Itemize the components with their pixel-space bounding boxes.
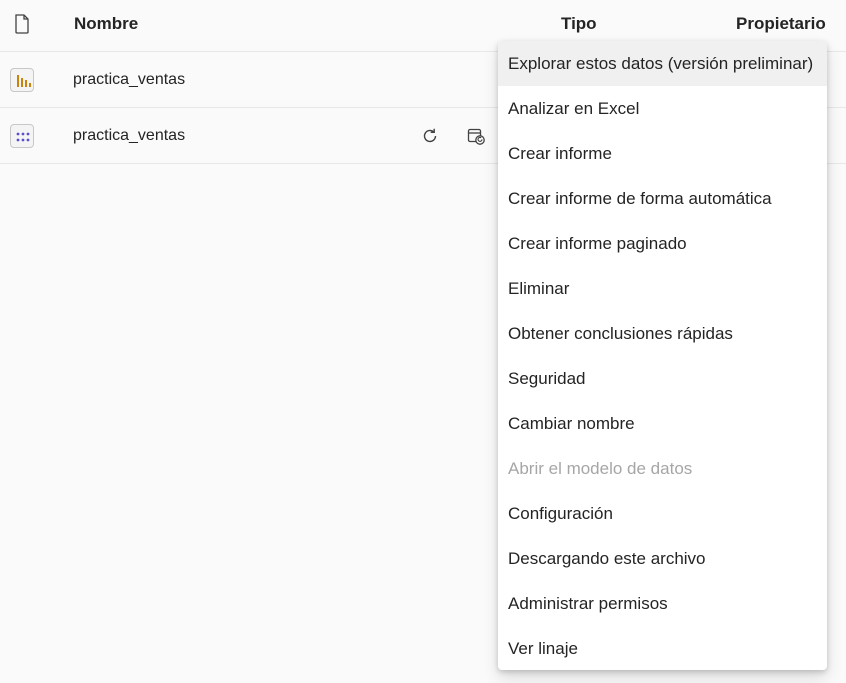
refresh-icon[interactable] <box>419 125 441 147</box>
menu-item-crear-informe-paginado[interactable]: Crear informe paginado <box>498 221 827 266</box>
menu-item-crear-informe-de-forma-automatica[interactable]: Crear informe de forma automática <box>498 176 827 221</box>
menu-item-configuracion[interactable]: Configuración <box>498 491 827 536</box>
menu-item-analizar-en-excel[interactable]: Analizar en Excel <box>498 86 827 131</box>
item-name[interactable]: practica_ventas <box>73 71 185 89</box>
menu-item-crear-informe[interactable]: Crear informe <box>498 131 827 176</box>
menu-item-obtener-conclusiones-rapidas[interactable]: Obtener conclusiones rápidas <box>498 311 827 356</box>
menu-item-abrir-el-modelo-de-datos: Abrir el modelo de datos <box>508 459 693 478</box>
menu-item-seguridad[interactable]: Seguridad <box>498 356 827 401</box>
menu-item-cambiar-nombre[interactable]: Cambiar nombre <box>498 401 827 446</box>
schedule-refresh-icon[interactable] <box>465 125 487 147</box>
menu-item-eliminar[interactable]: Eliminar <box>498 266 827 311</box>
report-bar-chart-icon <box>10 68 34 92</box>
semantic-model-grid-icon <box>10 124 34 148</box>
menu-item-descargando-este-archivo[interactable]: Descargando este archivo <box>498 536 827 581</box>
column-header-type[interactable]: Tipo <box>561 14 597 34</box>
menu-item-explorar-estos-datos-version-preliminar[interactable]: Explorar estos datos (versión preliminar… <box>498 41 827 86</box>
context-menu: Explorar estos datos (versión preliminar… <box>498 41 827 670</box>
file-type-icon <box>14 14 30 34</box>
column-header-name[interactable]: Nombre <box>74 14 138 34</box>
menu-item-administrar-permisos[interactable]: Administrar permisos <box>498 581 827 626</box>
menu-item-ver-linaje[interactable]: Ver linaje <box>498 626 827 671</box>
column-header-owner[interactable]: Propietario <box>736 14 826 34</box>
item-name[interactable]: practica_ventas <box>73 127 185 145</box>
